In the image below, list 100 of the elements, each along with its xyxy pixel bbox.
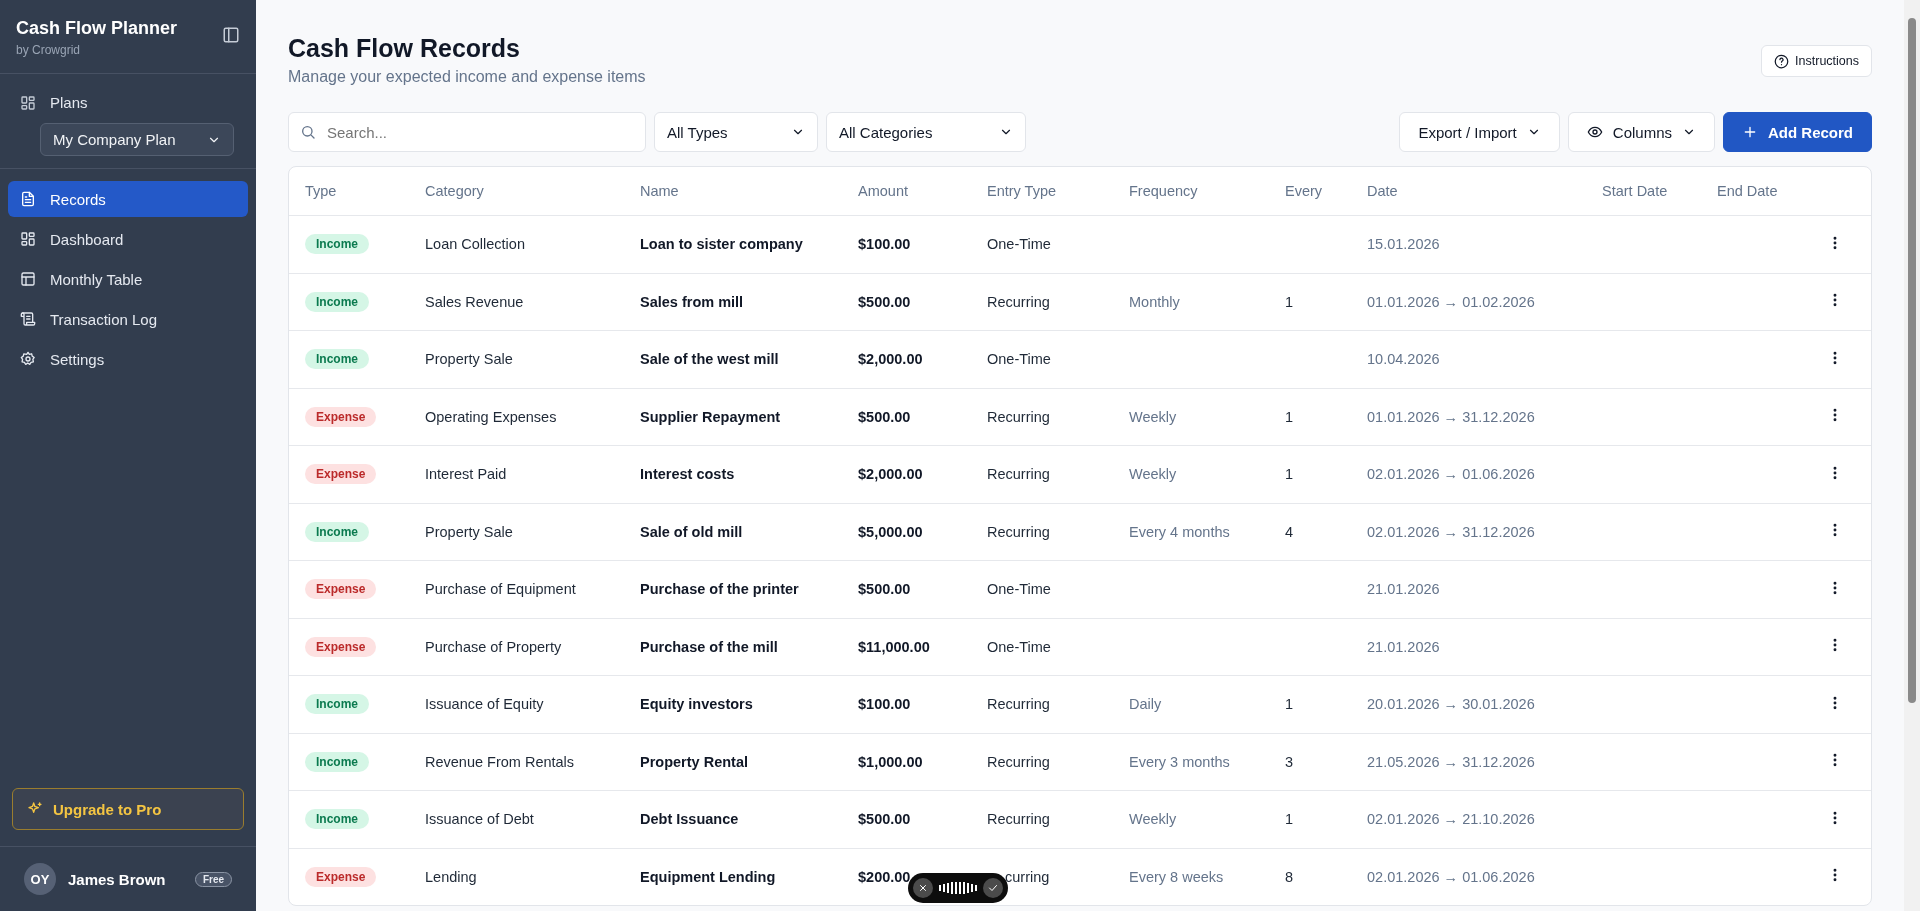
nav-item[interactable]: Records bbox=[8, 181, 248, 217]
table-cell-text: 21.01.2026 bbox=[1367, 638, 1441, 655]
table-cell-text: Sale of the west mill bbox=[640, 351, 780, 368]
type-badge: Income bbox=[305, 234, 369, 255]
table-cell-text: Issuance of Equity bbox=[425, 696, 545, 713]
table-cell-text: Recurring bbox=[987, 753, 1051, 770]
table-cell-text: $2,000.00 bbox=[858, 351, 924, 368]
dashboard-icon bbox=[20, 231, 36, 247]
table-cell-text: Weekly bbox=[1129, 408, 1178, 425]
category-filter[interactable]: All Categories bbox=[826, 112, 1026, 152]
table-cell-text: Weekly bbox=[1129, 466, 1178, 483]
column-header: Date bbox=[1367, 183, 1399, 199]
type-badge: Income bbox=[305, 809, 369, 830]
type-badge: Income bbox=[305, 751, 369, 772]
plus-icon bbox=[1742, 124, 1758, 140]
table-cell-text: Interest costs bbox=[640, 466, 736, 483]
type-badge: Expense bbox=[305, 579, 377, 600]
table-cell-text: Sales Revenue bbox=[425, 293, 525, 310]
table-cell-text: Every 4 months bbox=[1129, 523, 1231, 540]
table-cell-text: Recurring bbox=[987, 811, 1051, 828]
column-header: End Date bbox=[1717, 183, 1779, 199]
table-cell-text: Recurring bbox=[987, 523, 1051, 540]
table-cell-text: 01.01.2026 → 31.12.2026 bbox=[1367, 408, 1536, 425]
table-cell-text: Every 8 weeks bbox=[1129, 868, 1225, 885]
type-badge: Income bbox=[305, 694, 369, 715]
table-cell-text: $500.00 bbox=[858, 811, 912, 828]
page-title: Cash Flow Records bbox=[288, 34, 521, 63]
nav-item[interactable]: Settings bbox=[8, 341, 248, 377]
table-cell-text: $2,000.00 bbox=[858, 466, 924, 483]
column-header: Start Date bbox=[1602, 183, 1669, 199]
column-header: Amount bbox=[858, 183, 909, 199]
table-cell-text: Daily bbox=[1129, 696, 1163, 713]
settings-icon bbox=[20, 351, 36, 367]
table-cell-text: Property Sale bbox=[425, 351, 514, 368]
table-cell-text: Operating Expenses bbox=[425, 408, 558, 425]
table-cell-text: 02.01.2026 → 21.10.2026 bbox=[1367, 811, 1536, 828]
table-cell-text: Property Rental bbox=[640, 753, 749, 770]
table-cell-text: One-Time bbox=[987, 581, 1052, 598]
nav-item[interactable]: Monthly Table bbox=[8, 261, 248, 297]
table-cell-text: 02.01.2026 → 01.06.2026 bbox=[1367, 466, 1536, 483]
search-icon bbox=[300, 124, 316, 140]
sidebar-toggle-icon bbox=[222, 26, 240, 44]
table-cell-text: Property Sale bbox=[425, 523, 514, 540]
table-cell-text: 1 bbox=[1285, 696, 1295, 713]
column-header: Frequency bbox=[1129, 183, 1199, 199]
column-header: Name bbox=[640, 183, 680, 199]
table-cell-text: 02.01.2026 → 01.06.2026 bbox=[1367, 868, 1536, 885]
table-cell-text: Sale of old mill bbox=[640, 523, 744, 540]
check-icon[interactable] bbox=[983, 878, 1003, 898]
table-cell-text: Loan to sister company bbox=[640, 236, 804, 253]
table-cell-text: $200.00 bbox=[858, 868, 912, 885]
table-cell-text: 1 bbox=[1285, 408, 1295, 425]
instructions-button[interactable]: Instructions bbox=[1761, 45, 1872, 77]
table-cell-text: Sales from mill bbox=[640, 293, 745, 310]
columns-button[interactable]: Columns bbox=[1567, 112, 1715, 152]
table-cell-text: Equity investors bbox=[640, 696, 754, 713]
document-icon bbox=[20, 191, 36, 207]
table-cell-text: Weekly bbox=[1129, 811, 1178, 828]
nav-item[interactable]: Transaction Log bbox=[8, 301, 248, 337]
table-cell-text: $500.00 bbox=[858, 581, 912, 598]
table-cell-text: Recurring bbox=[987, 696, 1051, 713]
add-record-button[interactable]: Add Record bbox=[1723, 112, 1872, 152]
plans-label: Plans bbox=[50, 94, 88, 111]
table-cell-text: Interest Paid bbox=[425, 466, 508, 483]
type-badge: Expense bbox=[305, 406, 377, 427]
table-cell-text: One-Time bbox=[987, 638, 1052, 655]
type-badge: Expense bbox=[305, 636, 377, 657]
table-cell-text: 1 bbox=[1285, 293, 1295, 310]
export-import-button[interactable]: Export / Import bbox=[1399, 112, 1560, 152]
table-cell-text: Supplier Repayment bbox=[640, 408, 782, 425]
table-cell-text: $100.00 bbox=[858, 696, 912, 713]
column-header: Every bbox=[1285, 183, 1324, 199]
table-cell-text: 21.01.2026 bbox=[1367, 581, 1441, 598]
user-name: James Brown bbox=[68, 870, 167, 888]
plan-badge: Free bbox=[194, 871, 232, 887]
table-cell-text: 3 bbox=[1285, 753, 1295, 770]
plan-select[interactable]: My Company Plan bbox=[40, 123, 234, 156]
table-cell-text: Revenue From Rentals bbox=[425, 753, 576, 770]
close-icon[interactable] bbox=[913, 878, 933, 898]
search-field[interactable]: Search... bbox=[288, 112, 646, 152]
table-cell-text: 21.05.2026 → 31.12.2026 bbox=[1367, 753, 1536, 770]
page-subtitle: Manage your expected income and expense items bbox=[288, 68, 646, 86]
table-cell-text: $1,000.00 bbox=[858, 753, 924, 770]
table-cell-text: Recurring bbox=[987, 466, 1051, 483]
table-icon bbox=[20, 271, 36, 287]
column-header: Entry Type bbox=[987, 183, 1058, 199]
table-cell-text: 20.01.2026 → 30.01.2026 bbox=[1367, 696, 1536, 713]
app-subtitle: by Crowgrid bbox=[16, 43, 82, 57]
dashboard-icon bbox=[20, 94, 36, 111]
type-badge: Income bbox=[305, 349, 369, 370]
upgrade-button[interactable]: Upgrade to Pro bbox=[12, 788, 244, 830]
table-cell-text: Issuance of Debt bbox=[425, 811, 535, 828]
nav-item[interactable]: Dashboard bbox=[8, 221, 248, 257]
type-badge: Expense bbox=[305, 866, 377, 887]
help-icon bbox=[1774, 53, 1790, 69]
table-cell-text: Purchase of Property bbox=[425, 638, 563, 655]
scrollbar[interactable] bbox=[1904, 0, 1920, 911]
type-filter[interactable]: All Types bbox=[654, 112, 818, 152]
table-cell-text: Lending bbox=[425, 868, 478, 885]
eye-icon bbox=[1586, 124, 1603, 140]
